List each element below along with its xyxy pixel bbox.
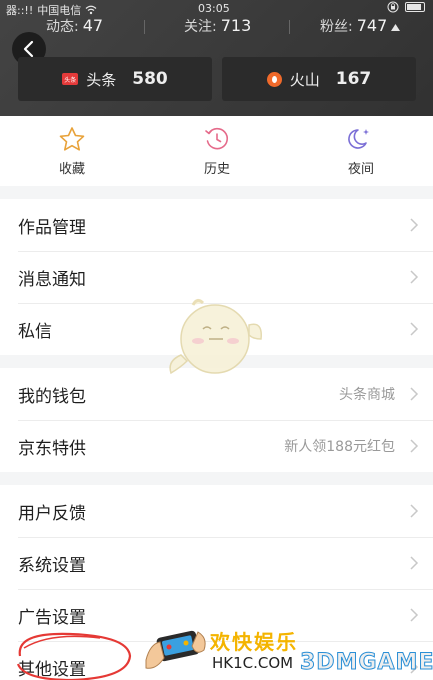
quick-action-favorites[interactable]: 收藏 [17,126,127,177]
battery-icon [405,2,425,12]
status-time: 03:05 [198,2,230,15]
status-right [387,1,425,13]
chevron-right-icon [409,217,419,233]
stat-following-count: 713 [221,16,252,35]
menu-group-wallet: 我的钱包 头条商城 京东特供 新人领188元红包 [0,368,433,472]
chevron-right-icon [409,607,419,623]
toutiao-icon: 头条 [62,73,78,85]
profile-header: 器::!! 中国电信 03:05 动态: 47 关注: 713 [0,0,433,116]
menu-item-label: 作品管理 [18,213,86,238]
menu-item-label: 京东特供 [18,434,86,459]
stat-divider [289,20,290,34]
menu-item-label: 我的钱包 [18,382,86,407]
chevron-right-icon [409,555,419,571]
menu-item-label: 消息通知 [18,265,86,290]
menu-item-value: 新人领188元红包 [284,436,395,456]
stat-divider [144,20,145,34]
stat-dynamics[interactable]: 动态: 47 [46,16,103,36]
lock-rotation-icon [387,1,399,13]
chevron-right-icon [409,386,419,402]
menu-item-label: 私信 [18,317,52,342]
menu-item-works-management[interactable]: 作品管理 [0,199,433,251]
platform-toutiao-button[interactable]: 头条 头条 580 [18,57,212,101]
platform-count: 580 [132,69,168,89]
star-icon [58,126,86,152]
quick-action-label: 历史 [204,158,230,177]
menu-item-label: 广告设置 [18,603,86,628]
wifi-icon [85,5,97,15]
stat-dynamics-label: 动态: [46,16,79,36]
platform-count: 167 [336,69,372,89]
stat-fans[interactable]: 粉丝: 747 [320,16,400,36]
chevron-right-icon [409,321,419,337]
platform-huoshan-button[interactable]: 火山 167 [222,57,416,101]
stat-following-label: 关注: [184,16,217,36]
chevron-right-icon [409,269,419,285]
platform-label: 火山 [290,69,320,90]
stat-following[interactable]: 关注: 713 [184,16,251,36]
menu-item-user-feedback[interactable]: 用户反馈 [0,485,433,537]
menu-item-label: 用户反馈 [18,499,86,524]
chevron-right-icon [409,659,419,675]
menu-item-label: 系统设置 [18,551,86,576]
menu-item-jd-special[interactable]: 京东特供 新人领188元红包 [0,420,433,472]
chevron-right-icon [409,438,419,454]
platform-label: 头条 [86,69,116,90]
menu-item-system-settings[interactable]: 系统设置 [0,537,433,589]
quick-action-label: 夜间 [348,158,374,177]
mascot-illustration [165,295,265,383]
moon-icon [347,126,375,152]
stat-fans-count: 747 [357,16,388,35]
menu-item-value: 头条商城 [339,384,395,404]
history-clock-icon [203,126,231,152]
red-circle-annotation [10,626,135,680]
huoshan-icon [267,72,282,87]
quick-actions-bar: 收藏 历史 夜间 [0,116,433,186]
chevron-right-icon [409,503,419,519]
stat-dynamics-count: 47 [83,16,103,35]
chevron-left-icon [22,40,36,58]
quick-action-history[interactable]: 历史 [162,126,272,177]
quick-action-night-mode[interactable]: 夜间 [306,126,416,177]
quick-action-label: 收藏 [59,158,85,177]
stat-fans-label: 粉丝: [320,16,353,36]
triangle-up-icon [391,24,400,31]
profile-stats: 动态: 47 关注: 713 粉丝: 747 [0,16,433,38]
